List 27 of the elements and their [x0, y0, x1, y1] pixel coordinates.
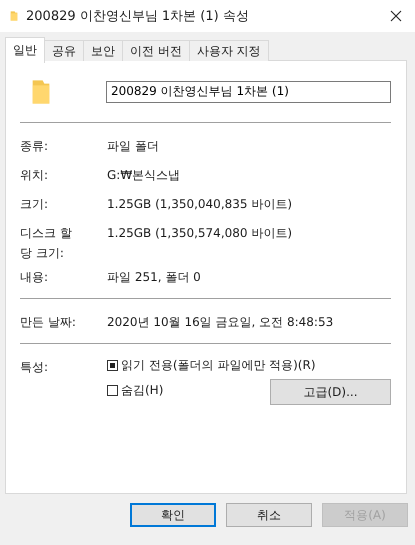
property-value: 1.25GB (1,350,574,080 바이트): [107, 225, 294, 242]
property-label: 디스크 할당 크기:: [20, 225, 73, 262]
property-label: 종류:: [20, 138, 50, 155]
checkbox[interactable]: 숨김(H): [107, 382, 164, 399]
close-icon[interactable]: [390, 10, 402, 22]
window-title: 200829 이찬영신부님 1차본 (1) 속성: [26, 8, 250, 25]
property-value: 1.25GB (1,350,040,835 바이트): [107, 196, 294, 213]
name-field[interactable]: 200829 이찬영신부님 1차본 (1): [106, 80, 391, 102]
property-label: 크기:: [20, 196, 50, 213]
advanced-button[interactable]: 고급(D)...: [270, 379, 391, 405]
property-value: 2020년 10월 16일 금요일, 오전 8:48:53: [107, 314, 334, 331]
folder-icon: [10, 10, 18, 22]
dialog-button[interactable]: 확인: [130, 503, 216, 527]
dialog-button[interactable]: 취소: [226, 503, 312, 527]
tab[interactable]: 이전 버전: [122, 40, 190, 61]
property-value: 파일 폴더: [107, 138, 160, 155]
property-value: G:₩본식스냅: [107, 167, 182, 184]
property-label: 만든 날짜:: [20, 314, 77, 331]
tab[interactable]: 사용자 지정: [188, 40, 269, 61]
tab[interactable]: 공유: [44, 40, 84, 61]
property-label: 특성:: [20, 359, 50, 376]
tab[interactable]: 보안: [83, 40, 123, 61]
property-value: 파일 251, 폴더 0: [107, 269, 202, 286]
property-label: 내용:: [20, 269, 50, 286]
property-label: 위치:: [20, 167, 50, 184]
checkbox[interactable]: 읽기 전용(폴더의 파일에만 적용)(R): [107, 357, 316, 374]
tab[interactable]: 일반: [5, 37, 45, 63]
